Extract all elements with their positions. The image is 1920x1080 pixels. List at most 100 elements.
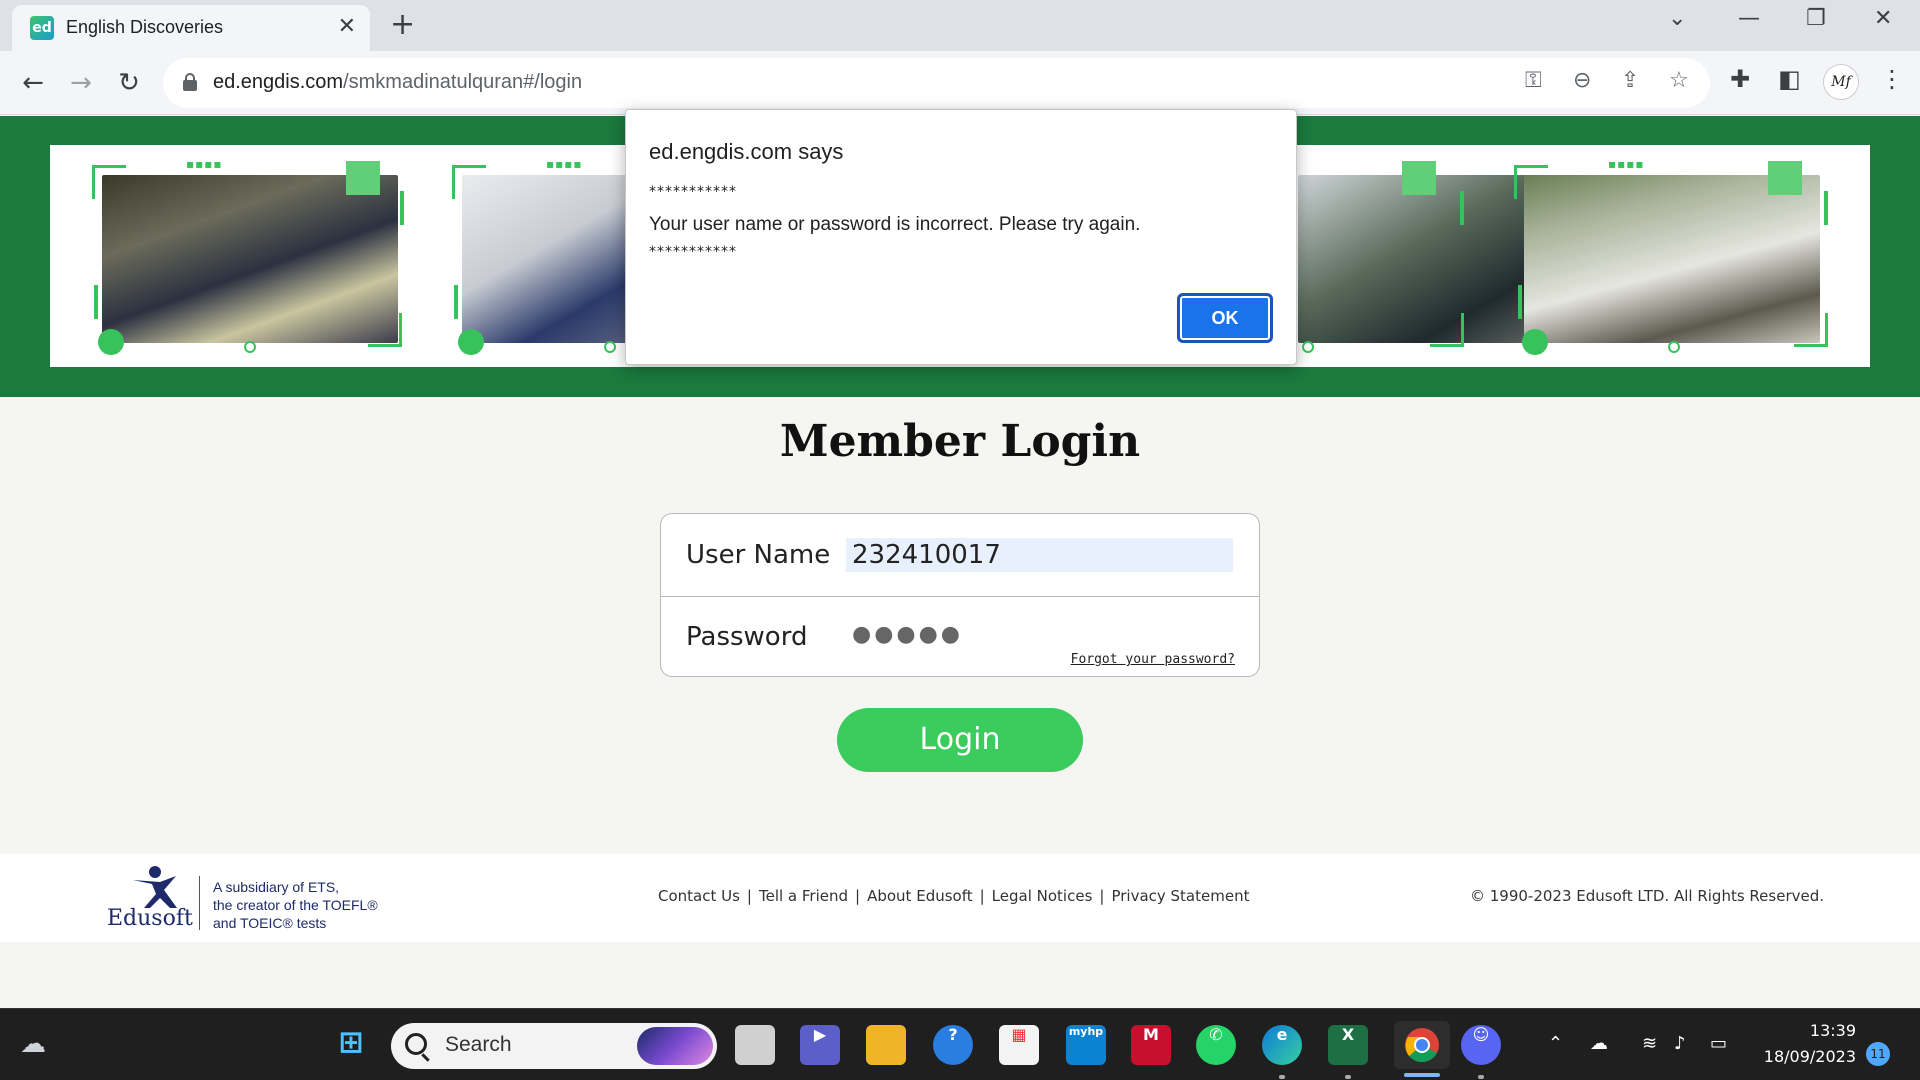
close-window-button[interactable]: ✕ [1874,6,1892,31]
windows-start-icon[interactable]: ⊞ [331,1025,371,1065]
mcafee-icon[interactable]: M [1131,1025,1171,1065]
show-hidden-icons-chevron-icon[interactable]: ⌃ [1548,1033,1563,1054]
file-explorer-icon[interactable] [866,1025,906,1065]
teams-chat-icon[interactable]: ▶ [800,1025,840,1065]
clock-date[interactable]: 18/09/2023 [1764,1047,1856,1066]
password-key-icon[interactable]: ⚿ [1525,68,1542,93]
menu-kebab-icon[interactable]: ⋮ [1880,65,1904,93]
clock-time[interactable]: 13:39 [1810,1021,1856,1040]
page-footer: Edusoft A subsidiary of ETS, the creator… [0,854,1920,942]
page-title: Member Login [779,416,1141,467]
chrome-icon [1405,1028,1439,1063]
login-button[interactable]: Login [837,708,1083,772]
tab-search-chevron-icon[interactable]: ⌄ [1668,6,1686,31]
dialog-message: Your user name or password is incorrect.… [649,214,1141,235]
profile-avatar[interactable]: Mf [1823,64,1859,100]
onedrive-cloud-icon[interactable]: ☁ [1590,1033,1608,1054]
active-app-indicator [1404,1073,1440,1077]
divider [661,596,1259,597]
password-label: Password [686,622,808,652]
decorative-corner [1794,313,1828,347]
wifi-icon[interactable]: ≋ [1642,1033,1657,1054]
lock-icon[interactable] [183,73,197,91]
decorative-bar [400,191,404,225]
decorative-square [1768,161,1802,195]
side-panel-icon[interactable]: ◧ [1778,65,1801,93]
decorative-corner [1430,313,1464,347]
share-icon[interactable]: ⇪ [1621,68,1639,93]
decorative-ring [1302,341,1314,353]
task-view-icon[interactable] [735,1025,775,1065]
dialog-stars-top: *********** [649,184,737,200]
username-label: User Name [686,540,831,570]
edge-icon[interactable]: e [1262,1025,1302,1065]
username-input[interactable]: 232410017 [846,538,1233,572]
site-favicon-icon: ed [30,16,54,40]
url-text[interactable]: ed.engdis.com/smkmadinatulquran#/login [213,71,582,94]
login-form: User Name 232410017 Password ●●●●● Forgo… [660,513,1260,677]
taskbar-search-text: Search [445,1033,512,1056]
decorative-dot [1522,329,1548,355]
extensions-icon[interactable]: ✚ [1730,65,1750,93]
myhp-icon[interactable]: myhp [1066,1025,1106,1065]
decorative-dot [458,329,484,355]
decorative-ring [244,341,256,353]
footer-link-privacy[interactable]: Privacy Statement [1111,887,1249,905]
footer-link-legal[interactable]: Legal Notices [992,887,1093,905]
volume-icon[interactable]: ♪ [1674,1033,1686,1054]
back-button[interactable]: ← [13,63,53,103]
get-help-icon[interactable]: ? [933,1025,973,1065]
weather-cloud-icon[interactable]: ☁ [20,1029,46,1059]
decorative-ring [1668,341,1680,353]
decorative-square [1402,161,1436,195]
dialog-stars-bottom: *********** [649,244,737,260]
running-indicator [1345,1075,1351,1079]
footer-link-about[interactable]: About Edusoft [867,887,973,905]
banner-photo-1 [102,175,398,343]
battery-icon[interactable]: ▭ [1710,1033,1727,1054]
banner-photo-4 [1524,175,1820,343]
running-indicator [1478,1075,1484,1079]
decorative-bar [1518,285,1522,319]
reload-button[interactable]: ↻ [109,63,149,103]
close-tab-icon[interactable]: ✕ [338,15,356,39]
dialog-title: ed.engdis.com says [649,139,844,164]
zoom-icon[interactable]: ⊖ [1573,68,1591,93]
copyright-text: © 1990-2023 Edusoft LTD. All Rights Rese… [1469,887,1824,905]
decorative-bar [454,285,458,319]
decorative-dot [98,329,124,355]
dialog-ok-button[interactable]: OK [1177,293,1273,343]
edusoft-logo-text: Edusoft [107,906,193,931]
new-tab-button[interactable]: + [390,8,415,42]
decorative-bar [94,285,98,319]
browser-tab[interactable]: ed English Discoveries ✕ [12,5,370,51]
notification-badge[interactable]: 11 [1866,1042,1890,1066]
browser-toolbar: ← → ↻ ed.engdis.com/smkmadinatulquran#/l… [0,51,1920,115]
search-icon [405,1033,427,1055]
forward-button[interactable]: → [61,63,101,103]
bookmark-star-icon[interactable]: ☆ [1669,68,1689,93]
running-indicator [1279,1075,1285,1079]
decorative-square [346,161,380,195]
microsoft-store-icon[interactable]: ▦ [999,1025,1039,1065]
excel-icon[interactable]: X [1328,1025,1368,1065]
footer-link-tell-friend[interactable]: Tell a Friend [759,887,848,905]
restore-button[interactable]: ❐ [1806,6,1826,31]
decorative-bar [1460,191,1464,225]
logo-separator [199,876,200,930]
footer-link-contact[interactable]: Contact Us [658,887,740,905]
decorative-ring [604,341,616,353]
decorative-bar [1824,191,1828,225]
chrome-taskbar-button[interactable] [1394,1021,1450,1069]
discord-icon[interactable]: ☺ [1461,1025,1501,1065]
forgot-password-link[interactable]: Forgot your password? [1071,652,1235,667]
decorative-corner [368,313,402,347]
footer-links: Contact Us | Tell a Friend | About Edusoft | L… [658,887,1250,905]
address-bar[interactable]: ed.engdis.com/smkmadinatulquran#/login ⚿… [163,58,1710,108]
minimize-button[interactable]: — [1738,6,1760,31]
logo-tagline: A subsidiary of ETS, the creator of the … [213,879,378,931]
password-input[interactable]: ●●●●● [846,618,1046,652]
whatsapp-icon[interactable]: ✆ [1196,1025,1236,1065]
taskbar-search-box[interactable]: Search [391,1023,717,1069]
windows-taskbar: ☁ ⊞ Search ▶ ? ▦ myhp M ✆ e X ☺ ⌃ ☁ ≋ ♪ … [0,1008,1920,1080]
